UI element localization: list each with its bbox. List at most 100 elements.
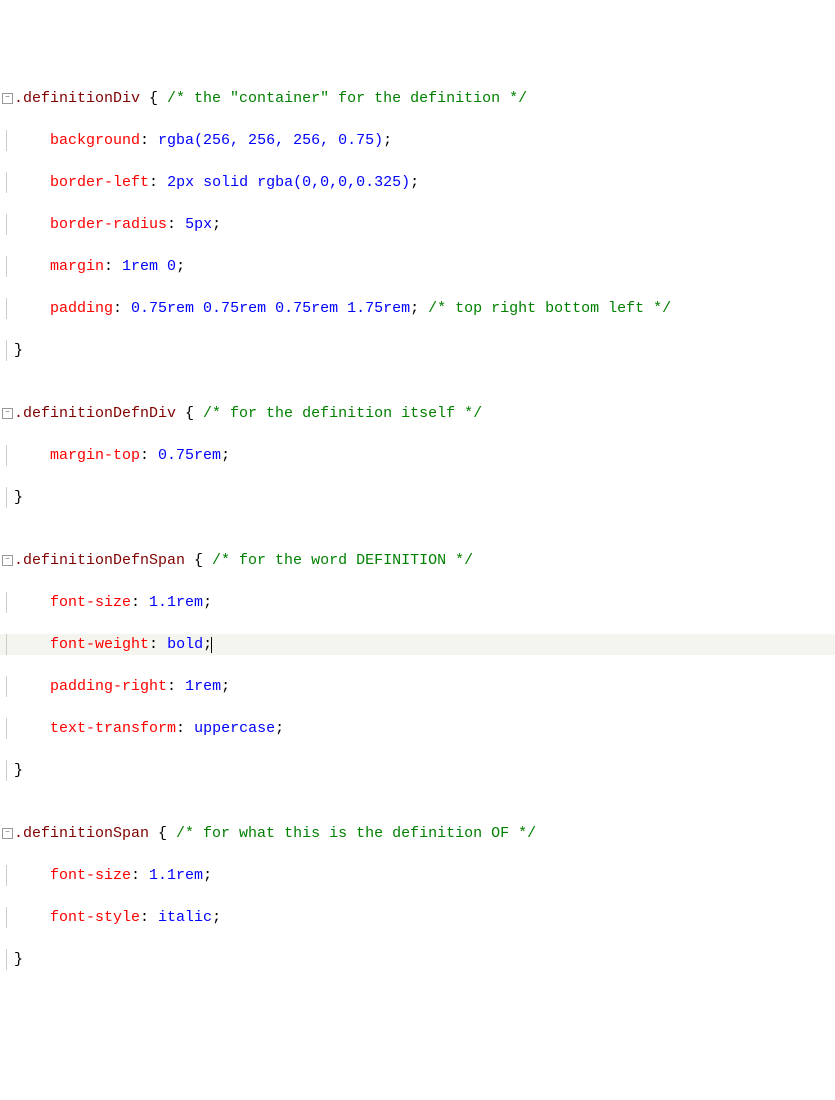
- token-val: bold: [167, 636, 203, 653]
- fold-guide: [6, 865, 7, 886]
- fold-collapse-icon[interactable]: [2, 93, 13, 104]
- token-punc: :: [131, 867, 149, 884]
- token-sel: .definitionDefnDiv: [14, 405, 185, 422]
- token-punc: [14, 867, 50, 884]
- token-punc: ;: [275, 720, 284, 737]
- code-line[interactable]: background: rgba(256, 256, 256, 0.75);: [0, 130, 835, 151]
- code-editor[interactable]: .definitionDiv { /* the "container" for …: [0, 88, 835, 991]
- token-punc: :: [113, 300, 131, 317]
- token-comment: /* top right bottom left */: [428, 300, 671, 317]
- code-line[interactable]: border-radius: 5px;: [0, 214, 835, 235]
- token-val: 1rem: [185, 678, 221, 695]
- code-line[interactable]: }: [0, 949, 835, 970]
- token-prop: margin: [50, 258, 104, 275]
- token-punc: :: [176, 720, 194, 737]
- token-punc: [14, 720, 50, 737]
- token-punc: [14, 216, 50, 233]
- fold-guide: [6, 172, 7, 193]
- code-line[interactable]: font-size: 1.1rem;: [0, 592, 835, 613]
- token-punc: [14, 174, 50, 191]
- code-line[interactable]: }: [0, 487, 835, 508]
- code-line[interactable]: font-size: 1.1rem;: [0, 865, 835, 886]
- code-line[interactable]: .definitionDefnSpan { /* for the word DE…: [0, 550, 835, 571]
- fold-guide: [6, 760, 7, 781]
- token-prop: padding-right: [50, 678, 167, 695]
- code-line[interactable]: }: [0, 340, 835, 361]
- fold-collapse-icon[interactable]: [2, 555, 13, 566]
- fold-guide: [6, 130, 7, 151]
- fold-guide: [6, 340, 7, 361]
- fold-guide: [6, 718, 7, 739]
- token-punc: }: [14, 951, 23, 968]
- token-punc: :: [149, 636, 167, 653]
- token-prop: font-style: [50, 909, 140, 926]
- token-sel: .definitionDefnSpan: [14, 552, 194, 569]
- fold-guide: [6, 949, 7, 970]
- token-punc: [14, 678, 50, 695]
- code-line[interactable]: }: [0, 760, 835, 781]
- token-prop: font-size: [50, 594, 131, 611]
- code-line[interactable]: border-left: 2px solid rgba(0,0,0,0.325)…: [0, 172, 835, 193]
- token-comment: /* for the definition itself */: [203, 405, 482, 422]
- token-prop: font-weight: [50, 636, 149, 653]
- token-punc: }: [14, 762, 23, 779]
- token-punc: ;: [383, 132, 392, 149]
- token-punc: ;: [176, 258, 185, 275]
- code-line[interactable]: .definitionDefnDiv { /* for the definiti…: [0, 403, 835, 424]
- fold-guide: [6, 445, 7, 466]
- token-sel: .definitionDiv: [14, 90, 149, 107]
- code-line[interactable]: font-weight: bold;: [0, 634, 835, 655]
- token-val: 0.75rem 0.75rem 0.75rem 1.75rem: [131, 300, 410, 317]
- token-punc: ;: [410, 174, 419, 191]
- token-val: italic: [158, 909, 212, 926]
- token-comment: /* for what this is the definition OF */: [176, 825, 536, 842]
- token-val: 2px solid rgba(0,0,0,0.325): [167, 174, 410, 191]
- token-val: 5px: [185, 216, 212, 233]
- token-comment: /* for the word DEFINITION */: [212, 552, 473, 569]
- code-line[interactable]: font-style: italic;: [0, 907, 835, 928]
- token-prop: background: [50, 132, 140, 149]
- token-punc: ;: [203, 594, 212, 611]
- fold-guide: [6, 298, 7, 319]
- token-punc: {: [149, 90, 167, 107]
- token-punc: :: [140, 132, 158, 149]
- token-punc: :: [167, 216, 185, 233]
- code-line[interactable]: margin: 1rem 0;: [0, 256, 835, 277]
- code-line[interactable]: margin-top: 0.75rem;: [0, 445, 835, 466]
- token-punc: :: [167, 678, 185, 695]
- token-val: 1.1rem: [149, 594, 203, 611]
- fold-guide: [6, 634, 7, 655]
- token-punc: :: [131, 594, 149, 611]
- fold-guide: [6, 592, 7, 613]
- code-line[interactable]: .definitionDiv { /* the "container" for …: [0, 88, 835, 109]
- fold-guide: [6, 214, 7, 235]
- token-punc: [14, 132, 50, 149]
- text-cursor: [211, 637, 212, 653]
- token-punc: ;: [212, 216, 221, 233]
- token-punc: [14, 909, 50, 926]
- token-prop: margin-top: [50, 447, 140, 464]
- token-punc: [14, 258, 50, 275]
- code-line[interactable]: .definitionSpan { /* for what this is th…: [0, 823, 835, 844]
- token-punc: :: [140, 909, 158, 926]
- fold-collapse-icon[interactable]: [2, 828, 13, 839]
- fold-guide: [6, 256, 7, 277]
- token-punc: ;: [212, 909, 221, 926]
- fold-guide: [6, 487, 7, 508]
- fold-guide: [6, 907, 7, 928]
- token-val: 0.75rem: [158, 447, 221, 464]
- token-punc: [14, 447, 50, 464]
- token-prop: padding: [50, 300, 113, 317]
- token-punc: ;: [410, 300, 428, 317]
- fold-collapse-icon[interactable]: [2, 408, 13, 419]
- code-line[interactable]: padding: 0.75rem 0.75rem 0.75rem 1.75rem…: [0, 298, 835, 319]
- token-punc: ;: [221, 678, 230, 695]
- token-punc: }: [14, 342, 23, 359]
- token-punc: [14, 300, 50, 317]
- token-punc: [14, 594, 50, 611]
- code-line[interactable]: text-transform: uppercase;: [0, 718, 835, 739]
- token-punc: :: [149, 174, 167, 191]
- code-line[interactable]: padding-right: 1rem;: [0, 676, 835, 697]
- token-prop: font-size: [50, 867, 131, 884]
- token-val: 1rem 0: [122, 258, 176, 275]
